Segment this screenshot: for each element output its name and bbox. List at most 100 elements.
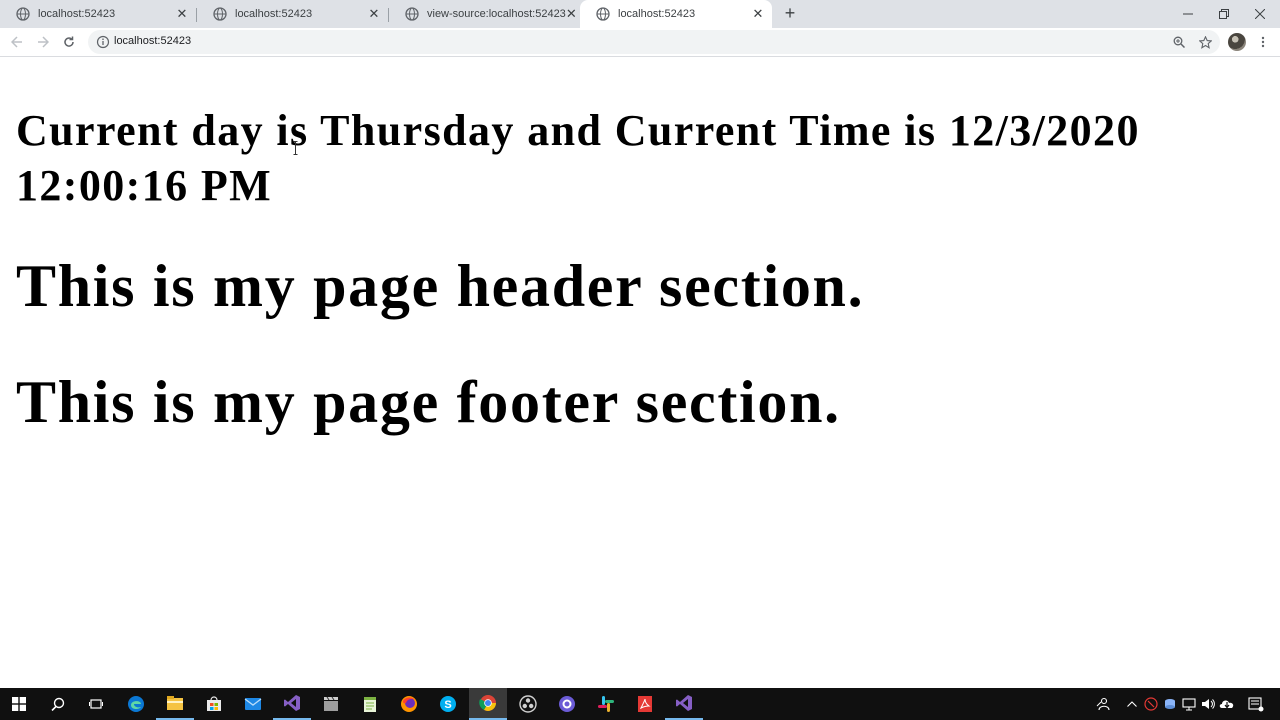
visual-studio-app[interactable] bbox=[273, 688, 311, 720]
security-tray[interactable] bbox=[1142, 688, 1160, 720]
tab-strip: localhost:52423 ✕ localhost:52423 ✕ view… bbox=[0, 0, 1280, 28]
edge-icon bbox=[128, 696, 144, 712]
visual-studio-2-app[interactable] bbox=[665, 688, 703, 720]
close-window-button[interactable] bbox=[1242, 0, 1278, 28]
minimize-icon bbox=[1183, 13, 1193, 15]
footer-section: This is my page footer section. bbox=[16, 369, 841, 435]
onedrive-tray[interactable] bbox=[1218, 688, 1236, 720]
taskbar: S bbox=[0, 688, 1280, 720]
task-view-button[interactable] bbox=[77, 688, 115, 720]
notification-icon bbox=[1248, 697, 1264, 712]
tab-title: localhost:52423 bbox=[38, 8, 116, 20]
svg-text:S: S bbox=[444, 699, 451, 711]
media-app-icon bbox=[324, 696, 338, 711]
header-section: This is my page header section. bbox=[16, 253, 865, 319]
monitor-icon bbox=[1182, 698, 1196, 711]
start-button[interactable] bbox=[0, 688, 38, 720]
menu-button[interactable] bbox=[1254, 33, 1272, 51]
notepad-plus-app[interactable] bbox=[351, 688, 389, 720]
teams-app[interactable] bbox=[548, 688, 586, 720]
reload-button[interactable] bbox=[60, 33, 78, 51]
store-app[interactable] bbox=[195, 688, 233, 720]
onedrive-icon bbox=[1219, 700, 1234, 709]
chrome-icon bbox=[479, 695, 496, 711]
search-button[interactable] bbox=[39, 688, 77, 720]
tab-localhost-1[interactable]: localhost:52423 ✕ bbox=[0, 0, 196, 28]
bookmark-button[interactable] bbox=[1196, 33, 1214, 51]
search-icon bbox=[51, 697, 65, 711]
tab-localhost-active[interactable]: localhost:52423 ✕ bbox=[580, 0, 772, 28]
firefox-icon bbox=[401, 696, 417, 712]
obs-icon bbox=[519, 695, 537, 713]
tray-overflow-button[interactable] bbox=[1123, 688, 1141, 720]
zoom-icon bbox=[1173, 36, 1185, 48]
tab-title: localhost:52423 bbox=[618, 8, 696, 20]
page-content: Current day is Thursday and Current Time… bbox=[0, 57, 1280, 687]
globe-icon bbox=[16, 7, 30, 21]
arrow-right-icon bbox=[38, 36, 49, 48]
arrow-left-icon bbox=[11, 36, 22, 48]
file-explorer-app[interactable] bbox=[156, 688, 194, 720]
kebab-menu-icon bbox=[1261, 36, 1265, 48]
acrobat-app[interactable] bbox=[626, 688, 664, 720]
close-icon bbox=[1255, 9, 1265, 19]
media-app[interactable] bbox=[312, 688, 350, 720]
restore-button[interactable] bbox=[1206, 0, 1242, 28]
tab-title: localhost:52423 bbox=[235, 8, 313, 20]
close-icon[interactable]: ✕ bbox=[750, 6, 766, 22]
visual-studio-icon bbox=[284, 695, 300, 711]
profile-avatar[interactable] bbox=[1228, 33, 1246, 51]
network-app-icon bbox=[1165, 699, 1175, 709]
file-explorer-icon bbox=[167, 696, 183, 710]
zoom-button[interactable] bbox=[1170, 33, 1188, 51]
slack-icon bbox=[598, 696, 614, 712]
start-icon bbox=[12, 697, 26, 711]
globe-icon bbox=[405, 7, 419, 21]
back-button[interactable] bbox=[8, 33, 26, 51]
browser-toolbar: localhost:52423 bbox=[0, 28, 1280, 57]
star-icon bbox=[1198, 35, 1212, 49]
people-button[interactable] bbox=[1094, 688, 1112, 720]
visual-studio-2-icon bbox=[676, 695, 692, 711]
action-center-button[interactable] bbox=[1244, 688, 1268, 720]
security-icon bbox=[1144, 697, 1158, 711]
new-tab-button[interactable]: + bbox=[780, 4, 800, 24]
store-icon bbox=[207, 696, 221, 711]
text-cursor-icon bbox=[293, 141, 298, 155]
mail-icon bbox=[244, 698, 262, 710]
volume-icon bbox=[1202, 699, 1215, 709]
tab-localhost-2[interactable]: localhost:52423 ✕ bbox=[197, 0, 388, 28]
display-tray[interactable] bbox=[1180, 688, 1198, 720]
tab-view-source[interactable]: view-source:localhost:52423 ✕ bbox=[389, 0, 580, 28]
close-icon[interactable]: ✕ bbox=[566, 6, 577, 22]
task-view-icon bbox=[89, 699, 103, 709]
mail-app[interactable] bbox=[234, 688, 272, 720]
notepad-plus-icon bbox=[364, 697, 376, 712]
chevron-up-icon bbox=[1127, 701, 1137, 707]
teams-icon bbox=[559, 696, 575, 712]
globe-icon bbox=[596, 7, 610, 21]
people-icon bbox=[1096, 697, 1110, 711]
acrobat-icon bbox=[638, 696, 652, 712]
obs-app[interactable] bbox=[509, 688, 547, 720]
skype-icon: S bbox=[440, 696, 456, 712]
edge-app[interactable] bbox=[117, 688, 155, 720]
skype-app[interactable]: S bbox=[429, 688, 467, 720]
firefox-app[interactable] bbox=[390, 688, 428, 720]
close-icon[interactable]: ✕ bbox=[366, 6, 382, 22]
globe-icon bbox=[213, 7, 227, 21]
network-app-tray[interactable] bbox=[1161, 688, 1179, 720]
info-icon[interactable] bbox=[96, 35, 110, 49]
slack-app[interactable] bbox=[587, 688, 625, 720]
tab-title: view-source:localhost:52423 bbox=[427, 8, 566, 20]
volume-tray[interactable] bbox=[1199, 688, 1217, 720]
reload-icon bbox=[64, 36, 74, 47]
forward-button[interactable] bbox=[34, 33, 52, 51]
address-url[interactable]: localhost:52423 bbox=[114, 35, 191, 47]
restore-icon bbox=[1219, 9, 1229, 19]
close-icon[interactable]: ✕ bbox=[174, 6, 190, 22]
datetime-heading: Current day is Thursday and Current Time… bbox=[16, 106, 1140, 210]
chrome-app[interactable] bbox=[469, 688, 507, 720]
minimize-button[interactable] bbox=[1170, 0, 1206, 28]
address-bar[interactable]: localhost:52423 bbox=[88, 30, 1220, 54]
